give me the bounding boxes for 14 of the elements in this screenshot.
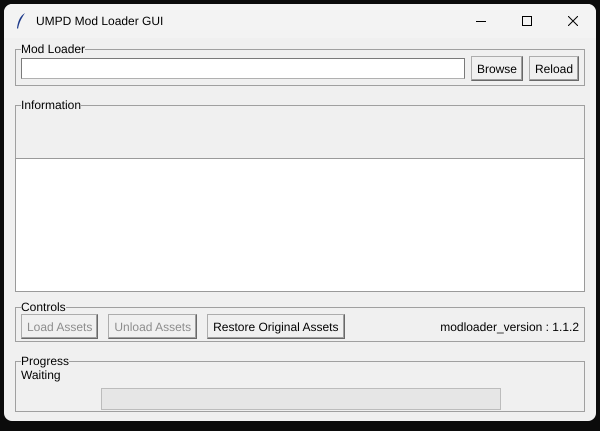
feather-icon	[16, 13, 26, 29]
group-label: Mod Loader	[21, 42, 86, 56]
version-label: modloader_version : 1.1.2	[440, 320, 579, 334]
window-title: UMPD Mod Loader GUI	[36, 14, 164, 28]
close-icon[interactable]	[568, 16, 578, 26]
group-label: Progress	[21, 354, 70, 368]
group-label: Information	[21, 98, 82, 112]
toolbar-button[interactable]: Reload	[528, 56, 579, 81]
maximize-icon[interactable]	[522, 16, 532, 26]
group-label: Controls	[21, 300, 66, 314]
toolbar-button[interactable]: Browse	[470, 56, 523, 81]
path-field[interactable]	[21, 58, 465, 79]
action-button[interactable]: Restore Original Assets	[207, 314, 344, 339]
status-label: Waiting	[21, 368, 62, 382]
